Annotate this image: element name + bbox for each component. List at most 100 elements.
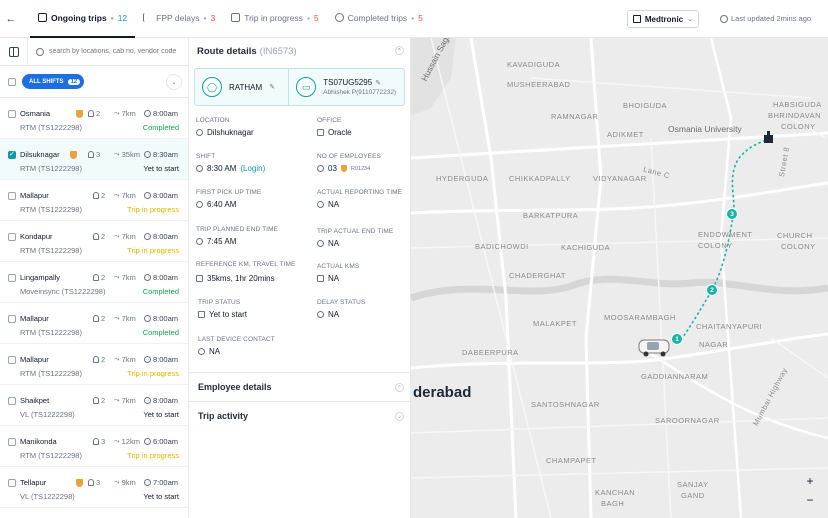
client-select[interactable]: Medtronic ⌄ <box>627 10 699 28</box>
zoom-in-button[interactable]: + <box>803 474 817 488</box>
trip-tabs: Ongoing trips • 12 FPP delays • 3 Trip i… <box>30 0 431 38</box>
stop-marker[interactable]: 1 <box>671 333 683 345</box>
users-icon <box>93 233 99 240</box>
trip-distance: ⤳ 35km <box>114 150 140 159</box>
users-icon <box>93 192 99 199</box>
employee-count: 2 <box>88 109 100 118</box>
driver-card: ◯ RATHAM ✎ <box>195 69 288 105</box>
tab-completed-trips[interactable]: Completed trips • 5 <box>327 0 431 38</box>
trip-checkbox[interactable] <box>8 274 16 282</box>
arrow-left-icon[interactable]: ← <box>4 13 18 25</box>
trip-checkbox[interactable] <box>8 233 16 241</box>
trip-list-panel: ALL SHIFTS 12 ⌄ Osmania 2 ⤳7km →8:00am RTM (… <box>0 37 189 518</box>
tab-ongoing-trips[interactable]: Ongoing trips • 12 <box>30 0 136 38</box>
building-icon <box>633 15 641 23</box>
tab-fpp-delays[interactable]: FPP delays • 3 <box>135 0 223 38</box>
trip-status: Trip in progress <box>127 451 179 460</box>
trip-distance: ⤳ 7km <box>114 191 136 200</box>
cab-card: ▭ TS07UG5295 ✎ Abhishek P(9110772232) <box>288 69 404 105</box>
route-icon <box>231 13 241 22</box>
stop-marker[interactable]: 3 <box>726 208 738 220</box>
chevron-down-icon[interactable]: ⌄ <box>166 74 182 90</box>
trip-checkbox[interactable] <box>8 356 16 364</box>
field-first-pickup: FIRST PICK UP TIME 6:40 AM <box>196 189 262 209</box>
all-shifts-chip[interactable]: ALL SHIFTS 12 <box>22 74 85 89</box>
map-canvas <box>411 38 828 518</box>
trip-activity-section[interactable]: Trip activity ⌄ <box>189 401 410 430</box>
trip-row[interactable]: Kondapur 2 ⤳ 7km → 8:00am RTM (TS1222298) Trip … <box>0 221 188 262</box>
route-icon: ⤳ <box>114 355 120 363</box>
trip-checkbox[interactable] <box>8 110 16 118</box>
trip-distance: ⤳ 7km <box>114 355 136 364</box>
arrow-right-icon: → <box>144 356 151 363</box>
edit-icon[interactable]: ✎ <box>269 83 275 91</box>
trip-time: → 7:00am <box>144 478 179 487</box>
trip-checkbox[interactable] <box>8 150 16 159</box>
arrow-right-icon: → <box>144 397 151 404</box>
trip-row[interactable]: Dilsuknagar 3 ⤳35km →8:30am RTM (TS1222298) Y… <box>0 139 188 180</box>
trip-checkbox[interactable] <box>8 438 16 446</box>
users-icon <box>93 356 99 363</box>
collapse-panel-button[interactable] <box>0 37 28 66</box>
arrow-right-icon: → <box>144 274 151 281</box>
chevron-down-icon[interactable]: ⌃ <box>395 383 404 392</box>
trip-status: Completed <box>142 287 179 296</box>
route-map[interactable]: Hussain Sagar KAVADIGUDA MUSHEERABAD HAB… <box>411 38 828 518</box>
edit-icon[interactable]: ✎ <box>375 79 381 87</box>
driver-cab-card: ◯ RATHAM ✎ ▭ TS07UG5295 ✎ Abhishek P(911… <box>194 68 405 106</box>
trip-location: Manikonda <box>20 437 57 446</box>
employee-count: 2 <box>93 396 105 405</box>
trip-distance: ⤳ 12km <box>114 437 140 446</box>
trip-time: → 8:00am <box>144 109 179 118</box>
shield-icon <box>340 165 347 172</box>
employee-details-section[interactable]: Employee details ⌃ <box>189 372 410 401</box>
trip-row[interactable]: Manikonda 3 ⤳ 12km → 6:00am RTM (TS1222298) Tri… <box>0 426 188 467</box>
trip-vendor-code: RTM (TS1222298) <box>20 164 82 173</box>
trip-distance: ⤳ 9km <box>114 478 136 487</box>
chevron-up-icon[interactable]: ⌃ <box>395 46 404 55</box>
employee-count: 2 <box>93 232 105 241</box>
trip-row[interactable]: Lingampally 2 ⤳ 7km → 8:00am Moveinsync (TS122… <box>0 262 188 303</box>
search-input[interactable] <box>49 48 185 55</box>
trip-checkbox[interactable] <box>8 192 16 200</box>
route-icon: ⤳ <box>114 232 120 240</box>
trip-checkbox[interactable] <box>8 479 16 487</box>
field-planned-end: TRIP PLANNED END TIME 7:45 AM <box>196 226 279 246</box>
tab-trip-in-progress[interactable]: Trip in progress • 5 <box>223 0 326 38</box>
clock-icon <box>317 201 324 208</box>
trip-checkbox[interactable] <box>8 315 16 323</box>
trip-row[interactable]: Shaikpet 2 ⤳ 7km → 8:00am VL (TS1222298) Yet to… <box>0 385 188 426</box>
route-icon: ⤳ <box>114 191 120 199</box>
users-icon <box>88 479 94 486</box>
trip-checkbox[interactable] <box>8 397 16 405</box>
trip-distance: ⤳ 7km <box>114 314 136 323</box>
trip-time: → 8:30am <box>144 150 179 159</box>
trip-status: Trip in progress <box>127 205 179 214</box>
trip-row[interactable]: Tellapur 3 ⤳ 9km → 7:00am VL (TS1222298) Yet to… <box>0 467 188 508</box>
zoom-out-button[interactable]: − <box>803 493 817 507</box>
trip-vendor-code: RTM (TS1222298) <box>20 246 82 255</box>
employee-count: 3 <box>93 437 105 446</box>
trip-location: Mallapur <box>20 314 49 323</box>
stop-marker[interactable]: 2 <box>706 284 718 296</box>
trip-row[interactable]: Mallapur 2 ⤳ 7km → 8:00am RTM (TS1222298) Trip … <box>0 180 188 221</box>
arrow-right-icon: → <box>144 315 151 322</box>
route-icon: ⤳ <box>114 478 120 486</box>
chevron-down-icon[interactable]: ⌄ <box>395 412 404 421</box>
trip-vendor-code: VL (TS1222298) <box>20 492 75 501</box>
trip-time: → 6:00am <box>144 437 179 446</box>
employee-count: 2 <box>93 314 105 323</box>
search-box <box>28 47 188 56</box>
search-row <box>0 37 188 66</box>
users-icon <box>93 438 99 445</box>
select-all-checkbox[interactable] <box>8 77 16 86</box>
trip-row[interactable]: Mallapur 2 ⤳ 7km → 8:00am RTM (TS1222298) Trip … <box>0 344 188 385</box>
check-circle-icon <box>334 13 344 22</box>
trip-time: → 8:00am <box>144 273 179 282</box>
shift-filter-row: ALL SHIFTS 12 ⌄ <box>0 66 188 98</box>
shield-icon <box>76 110 83 118</box>
trip-row[interactable]: Osmania 2 ⤳ 7km → 8:00am RTM (TS1222298) Comple… <box>0 98 188 139</box>
route-details-header[interactable]: Route details (IN6573) ⌃ <box>189 38 410 64</box>
trip-vendor-code: Moveinsync (TS1222298) <box>20 287 106 296</box>
trip-row[interactable]: Mallapur 2 ⤳ 7km → 8:00am RTM (TS1222298) Compl… <box>0 303 188 344</box>
